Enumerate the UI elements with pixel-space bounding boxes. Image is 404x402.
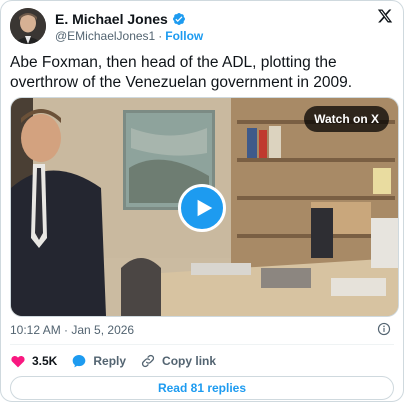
like-count: 3.5K bbox=[32, 354, 58, 368]
avatar[interactable] bbox=[10, 8, 46, 44]
link-icon bbox=[141, 354, 155, 368]
read-replies-button[interactable]: Read 81 replies bbox=[10, 376, 394, 400]
info-icon[interactable] bbox=[377, 322, 391, 336]
like-button[interactable]: 3.5K bbox=[10, 353, 57, 369]
watch-on-x-button[interactable]: Watch on X bbox=[304, 106, 389, 132]
copy-link-button[interactable]: Copy link bbox=[140, 353, 216, 369]
timestamp-row: 10:12 AM · Jan 5, 2026 bbox=[10, 322, 391, 338]
play-button[interactable] bbox=[178, 184, 226, 232]
reply-button[interactable]: Reply bbox=[71, 353, 126, 369]
x-logo-icon[interactable] bbox=[377, 8, 393, 24]
handle-row: @EMichaelJones1 · Follow bbox=[55, 29, 203, 43]
author-name[interactable]: E. Michael Jones bbox=[55, 11, 168, 27]
author-handle[interactable]: @EMichaelJones1 bbox=[55, 29, 155, 43]
play-icon bbox=[197, 199, 213, 217]
tweet-header: E. Michael Jones @EMichaelJones1 · Follow bbox=[10, 8, 394, 44]
heart-icon bbox=[11, 355, 25, 368]
divider bbox=[10, 344, 394, 345]
action-bar: 3.5K Reply Copy link bbox=[10, 352, 216, 370]
copy-link-label: Copy link bbox=[162, 354, 217, 368]
verified-badge-icon bbox=[172, 13, 185, 25]
author-name-row: E. Michael Jones bbox=[55, 11, 186, 27]
reply-icon bbox=[73, 355, 86, 368]
video-media[interactable]: Watch on X bbox=[10, 97, 399, 317]
tweet-card: E. Michael Jones @EMichaelJones1 · Follow … bbox=[0, 0, 404, 402]
follow-link[interactable]: Follow bbox=[165, 29, 203, 43]
reply-label: Reply bbox=[93, 354, 127, 368]
tweet-text: Abe Foxman, then head of the ADL, plotti… bbox=[10, 54, 353, 91]
separator-dot: · bbox=[158, 29, 163, 43]
timestamp[interactable]: 10:12 AM · Jan 5, 2026 bbox=[10, 323, 134, 337]
